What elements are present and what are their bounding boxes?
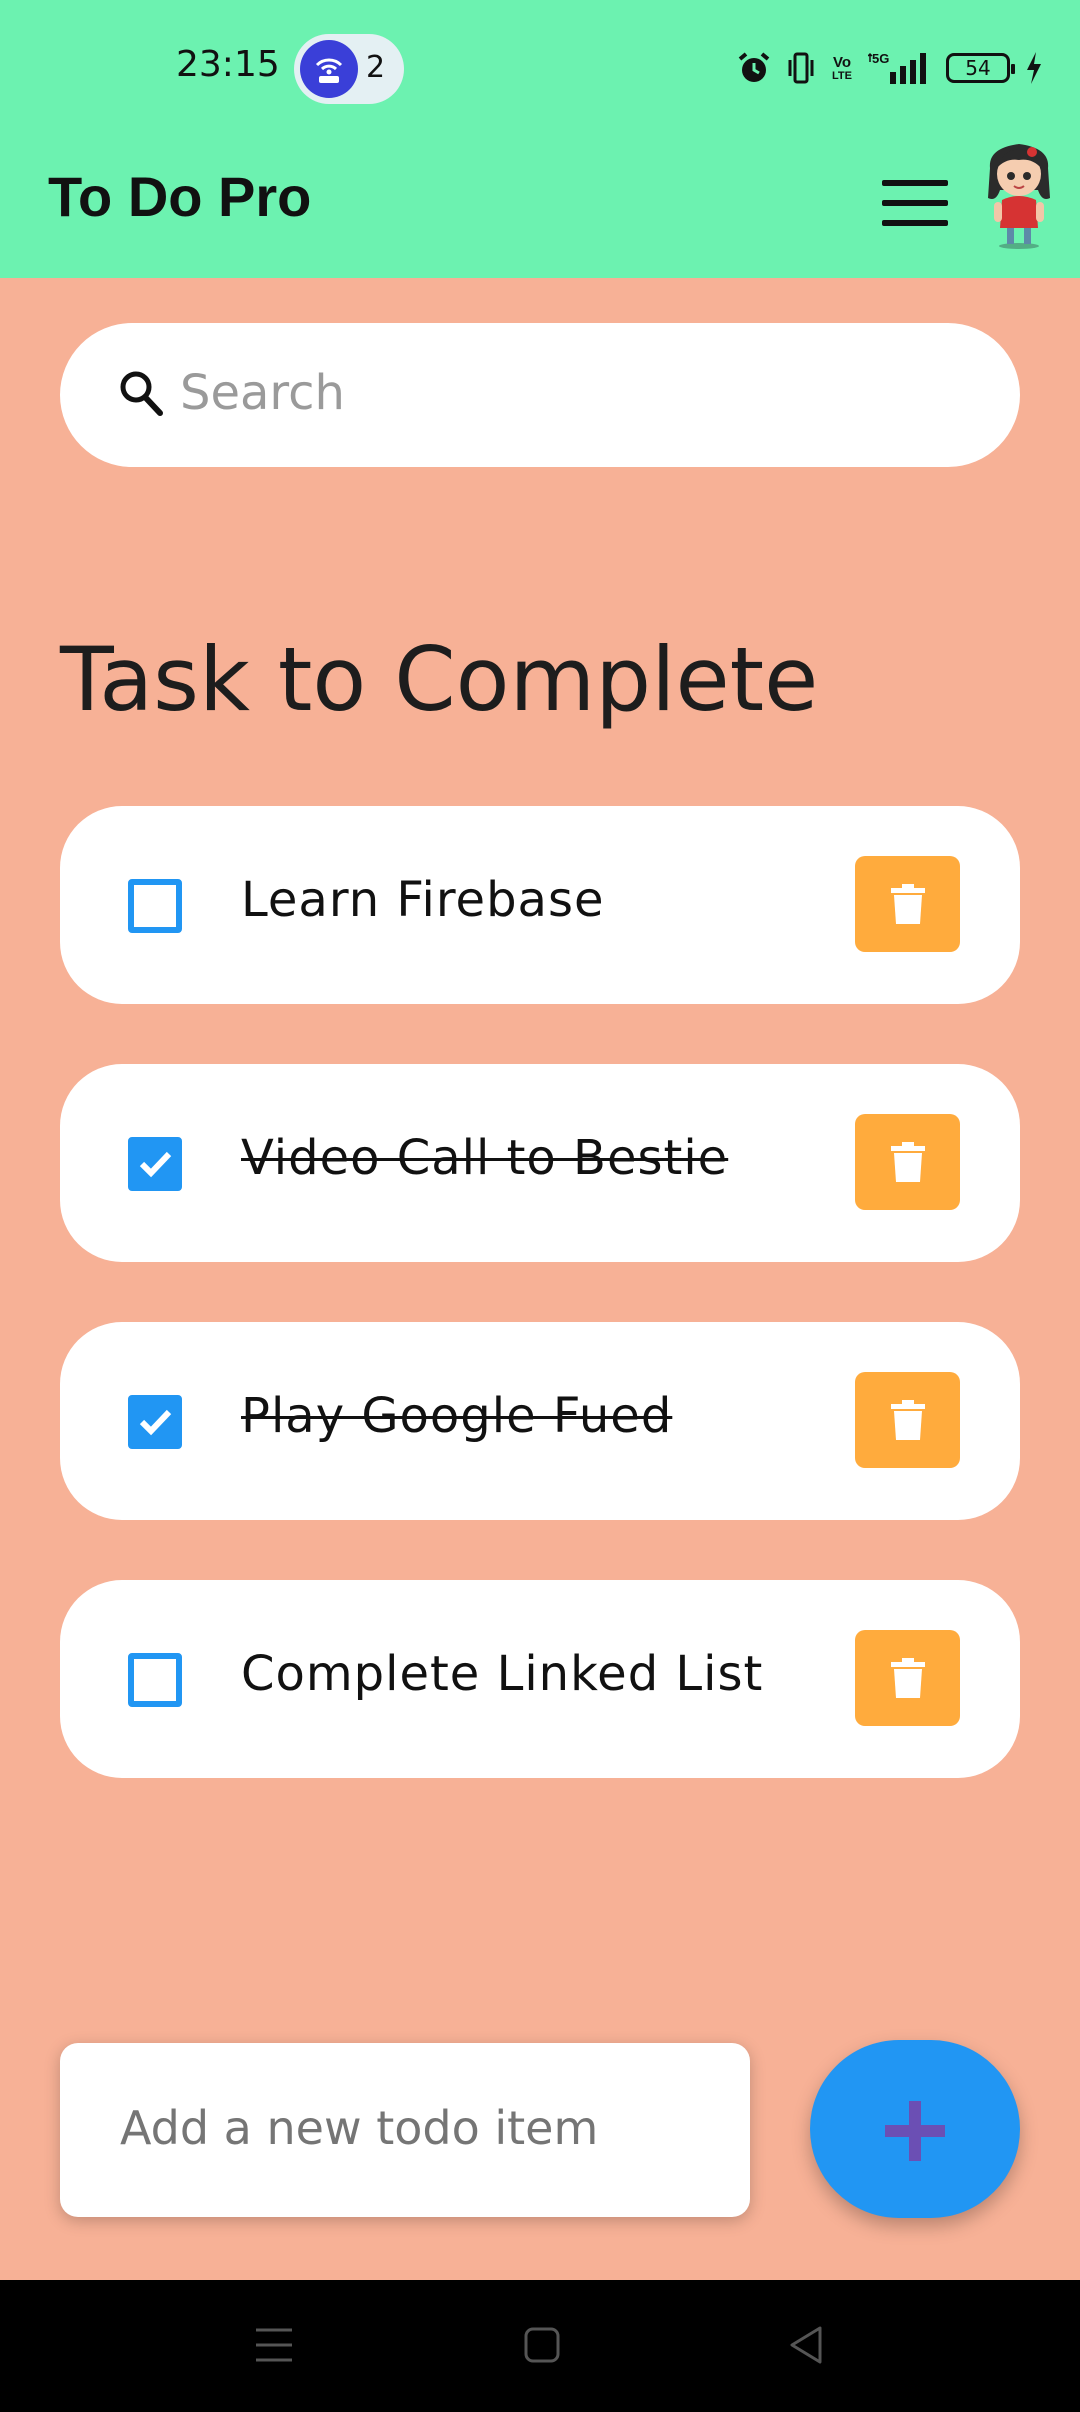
menu-button[interactable] (880, 168, 950, 238)
search-bar[interactable]: Search (60, 323, 1020, 467)
section-title: Task to Complete (60, 628, 819, 731)
volte-top-text: Vo (832, 53, 852, 71)
todo-card[interactable]: Video Call to Bestie (60, 1064, 1020, 1262)
delete-button[interactable] (855, 1114, 960, 1210)
todo-text: Learn Firebase (241, 872, 605, 928)
todo-text: Play Google Fued (241, 1388, 673, 1444)
hotspot-icon (300, 40, 358, 98)
vibrate-icon (788, 52, 814, 84)
menu-icon-line (882, 200, 948, 206)
status-time: 23:15 (176, 44, 280, 85)
hotspot-count: 2 (366, 50, 386, 85)
avatar[interactable] (982, 138, 1056, 250)
battery-icon: 54 (946, 53, 1015, 83)
top-region: 23:15 2 Vo LTE 5G 54 To Do Pro (0, 0, 1080, 278)
trash-icon (891, 1400, 925, 1440)
todo-checkbox[interactable] (128, 1137, 182, 1191)
status-icons: Vo LTE 5G 54 (736, 46, 1044, 90)
check-icon (139, 1151, 172, 1178)
charging-icon (1027, 52, 1041, 84)
app-title: To Do Pro (48, 165, 312, 228)
menu-icon-line (882, 180, 948, 186)
volte-bottom-text: LTE (832, 69, 852, 82)
battery-level: 54 (965, 56, 991, 80)
status-bar: 23:15 2 Vo LTE 5G 54 (0, 0, 1080, 138)
volte-icon: Vo LTE (830, 55, 854, 82)
todo-card[interactable]: Play Google Fued (60, 1322, 1020, 1520)
trash-icon (891, 1142, 925, 1182)
todo-text: Complete Linked List (241, 1646, 764, 1702)
check-icon (139, 1409, 172, 1436)
delete-button[interactable] (855, 856, 960, 952)
todo-checkbox[interactable] (128, 879, 182, 933)
todo-text: Video Call to Bestie (241, 1130, 729, 1186)
add-todo-button[interactable] (810, 2040, 1020, 2218)
recents-icon[interactable] (254, 2320, 294, 2370)
todo-checkbox[interactable] (128, 1653, 182, 1707)
back-icon[interactable] (786, 2320, 826, 2370)
home-icon[interactable] (522, 2320, 562, 2370)
hotspot-indicator[interactable]: 2 (294, 34, 404, 104)
app-bar: To Do Pro (0, 138, 1080, 278)
add-todo-input[interactable]: Add a new todo item (60, 2043, 750, 2217)
search-icon (120, 371, 163, 416)
todo-card[interactable]: Learn Firebase (60, 806, 1020, 1004)
trash-icon (891, 1658, 925, 1698)
search-input[interactable]: Search (180, 365, 345, 421)
todo-card[interactable]: Complete Linked List (60, 1580, 1020, 1778)
add-todo-placeholder: Add a new todo item (120, 2101, 599, 2155)
signal-5g-icon: 5G (868, 51, 926, 84)
plus-icon-vertical (909, 2101, 921, 2161)
todo-checkbox[interactable] (128, 1395, 182, 1449)
system-nav-bar (0, 2280, 1080, 2412)
svg-text:5G: 5G (872, 51, 889, 66)
trash-icon (891, 884, 925, 924)
delete-button[interactable] (855, 1372, 960, 1468)
alarm-icon (738, 52, 770, 82)
delete-button[interactable] (855, 1630, 960, 1726)
menu-icon-line (882, 220, 948, 226)
